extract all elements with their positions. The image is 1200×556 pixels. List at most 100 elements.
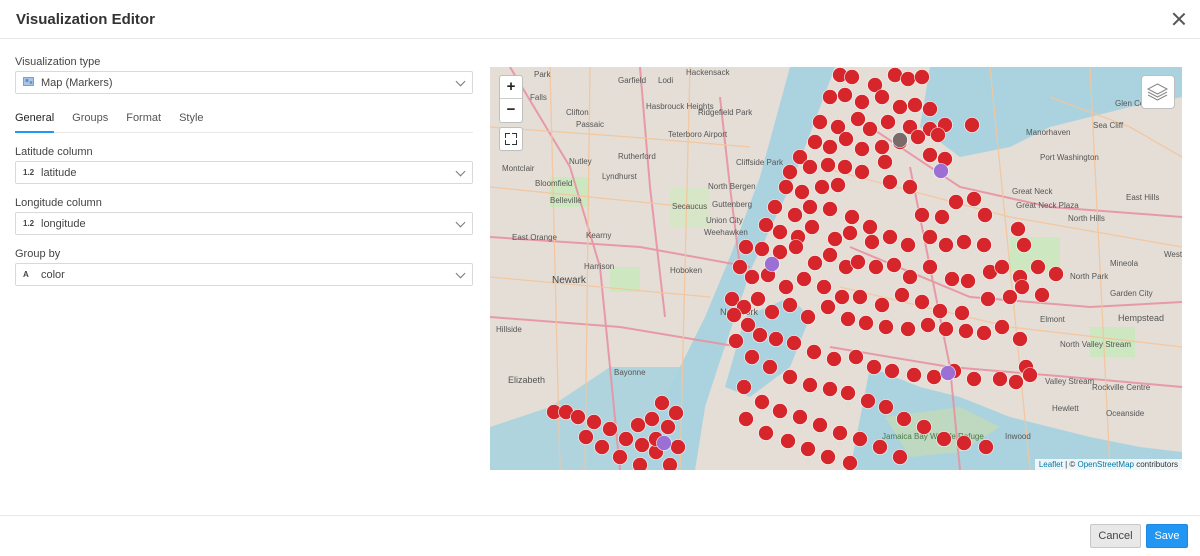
map-marker[interactable] [820,449,836,465]
map-marker[interactable] [578,429,594,445]
map-marker[interactable] [862,219,878,235]
map-marker[interactable] [892,99,908,115]
map-marker[interactable] [802,199,818,215]
map-marker[interactable] [914,294,930,310]
map-marker[interactable] [854,164,870,180]
map-marker[interactable] [882,174,898,190]
map-marker[interactable] [840,311,856,327]
map-marker[interactable] [768,331,784,347]
map-marker[interactable] [778,179,794,195]
map-marker[interactable] [932,303,948,319]
map-marker[interactable] [887,67,903,83]
map-marker[interactable] [838,131,854,147]
map-marker[interactable] [900,71,916,87]
map-marker[interactable] [726,307,742,323]
map-marker[interactable] [994,319,1010,335]
map-marker[interactable] [837,159,853,175]
map-marker[interactable] [800,309,816,325]
map-marker[interactable] [900,237,916,253]
map-marker[interactable] [902,179,918,195]
map-marker[interactable] [754,394,770,410]
map-marker[interactable] [832,425,848,441]
map-marker[interactable] [914,207,930,223]
map-marker[interactable] [762,359,778,375]
map-marker[interactable] [977,207,993,223]
map-marker[interactable] [877,154,893,170]
map-marker[interactable] [822,89,838,105]
map-marker[interactable] [878,319,894,335]
map-marker[interactable] [644,411,660,427]
map-marker[interactable] [1012,331,1028,347]
map-marker[interactable] [1016,237,1032,253]
map-marker[interactable] [744,349,760,365]
map-marker[interactable] [840,385,856,401]
map-marker[interactable] [826,351,842,367]
map-marker[interactable] [1014,279,1030,295]
map-marker[interactable] [780,433,796,449]
tab-format[interactable]: Format [117,108,170,132]
map-marker[interactable] [930,127,946,143]
map-marker[interactable] [750,291,766,307]
map-marker[interactable] [630,417,646,433]
map-marker[interactable] [933,163,949,179]
map-marker[interactable] [660,419,676,435]
map-marker[interactable] [820,299,836,315]
group-by-select[interactable]: A color [15,263,473,286]
map-marker[interactable] [822,247,838,263]
map-marker[interactable] [852,431,868,447]
map-marker[interactable] [976,237,992,253]
map-marker[interactable] [920,317,936,333]
map-marker[interactable] [767,199,783,215]
map-marker[interactable] [728,333,744,349]
cancel-button[interactable]: Cancel [1090,524,1141,548]
map-marker[interactable] [782,297,798,313]
map-marker[interactable] [842,225,858,241]
map-marker[interactable] [612,449,628,465]
map-marker[interactable] [910,129,926,145]
map-marker[interactable] [668,405,684,421]
map-marker[interactable] [874,297,890,313]
map-marker[interactable] [842,455,858,471]
map-marker[interactable] [662,457,678,471]
map-marker[interactable] [602,421,618,437]
map-marker[interactable] [922,229,938,245]
tab-style[interactable]: Style [170,108,212,132]
map-marker[interactable] [966,191,982,207]
map-marker[interactable] [827,231,843,247]
map-marker[interactable] [1048,266,1064,282]
map-marker[interactable] [740,317,756,333]
save-button[interactable]: Save [1146,524,1188,548]
map-marker[interactable] [864,234,880,250]
map-marker[interactable] [1034,287,1050,303]
map-marker[interactable] [958,323,974,339]
map-marker[interactable] [880,114,896,130]
map-marker[interactable] [1002,289,1018,305]
map-marker[interactable] [786,335,802,351]
map-marker[interactable] [938,237,954,253]
map-marker[interactable] [796,271,812,287]
map-marker[interactable] [1022,367,1038,383]
map-marker[interactable] [1030,259,1046,275]
map-marker[interactable] [902,269,918,285]
map-marker[interactable] [938,321,954,337]
map-marker[interactable] [850,254,866,270]
map-marker[interactable] [822,381,838,397]
map-marker[interactable] [882,229,898,245]
map-marker[interactable] [820,157,836,173]
map-marker[interactable] [914,69,930,85]
map-marker[interactable] [894,287,910,303]
map-marker[interactable] [758,217,774,233]
map-marker[interactable] [860,393,876,409]
map-marker[interactable] [907,97,923,113]
map-marker[interactable] [934,209,950,225]
map-marker[interactable] [896,411,912,427]
map-marker[interactable] [844,69,860,85]
map-marker[interactable] [670,439,686,455]
map-marker[interactable] [814,179,830,195]
map-marker[interactable] [844,209,860,225]
map-marker[interactable] [964,117,980,133]
map-marker[interactable] [922,147,938,163]
map-marker[interactable] [862,121,878,137]
map-marker[interactable] [868,259,884,275]
longitude-column-select[interactable]: 1.2 longitude [15,212,473,235]
